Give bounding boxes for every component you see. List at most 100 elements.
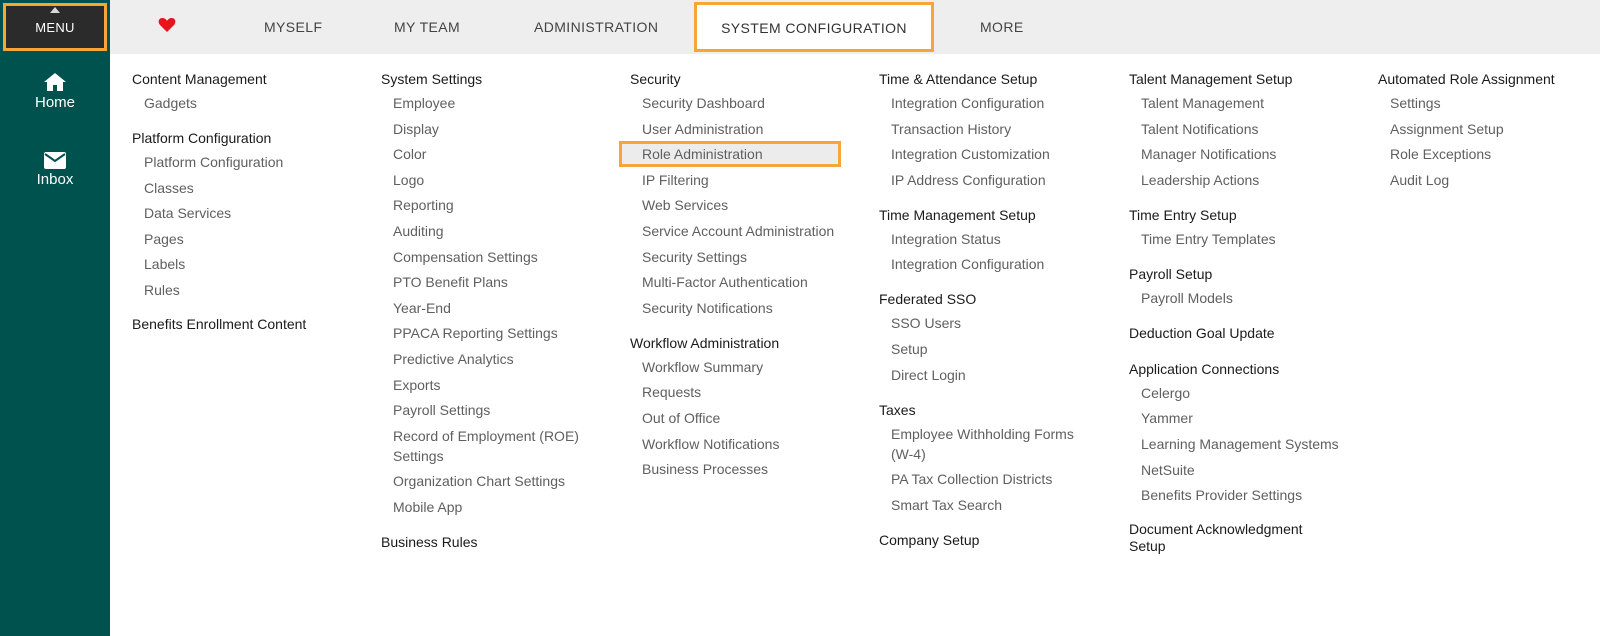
menu-item[interactable]: Display xyxy=(393,119,621,139)
menu-item[interactable]: Assignment Setup xyxy=(1390,119,1593,139)
menu-item[interactable]: Talent Management xyxy=(1141,93,1369,113)
menu-section-title[interactable]: Content Management xyxy=(132,70,372,88)
menu-item[interactable]: Multi-Factor Authentication xyxy=(642,272,870,292)
menu-item[interactable]: Exports xyxy=(393,375,621,395)
menu-section-title[interactable]: Deduction Goal Update xyxy=(1129,324,1369,342)
menu-item[interactable]: Classes xyxy=(144,178,372,198)
menu-item[interactable]: User Administration xyxy=(642,119,870,139)
menu-item[interactable]: Yammer xyxy=(1141,408,1369,428)
menu-item[interactable]: Setup xyxy=(891,339,1119,359)
menu-section-title[interactable]: Time Entry Setup xyxy=(1129,206,1369,224)
inbox-nav-item[interactable]: Inbox xyxy=(0,152,110,188)
menu-item[interactable]: Manager Notifications xyxy=(1141,144,1369,164)
home-nav-item[interactable]: Home xyxy=(0,72,110,111)
menu-item[interactable]: PTO Benefit Plans xyxy=(393,272,621,292)
home-label: Home xyxy=(34,94,75,111)
menu-item[interactable]: Color xyxy=(393,144,621,164)
menu-section-title[interactable]: Time Management Setup xyxy=(879,206,1119,224)
menu-section-title[interactable]: Document Acknowledgment Setup xyxy=(1129,521,1324,555)
menu-item[interactable]: Security Notifications xyxy=(642,298,870,318)
menu-item-list: SSO Users Setup Direct Login xyxy=(891,313,1119,384)
menu-item[interactable]: Integration Configuration xyxy=(891,254,1119,274)
menu-item[interactable]: Record of Employment (ROE) Settings xyxy=(393,426,593,466)
menu-item[interactable]: Smart Tax Search xyxy=(891,495,1119,515)
menu-section-title[interactable]: Security xyxy=(630,70,870,88)
favorites-heart-icon[interactable] xyxy=(158,17,176,36)
menu-item[interactable]: Year-End xyxy=(393,298,621,318)
menu-item[interactable]: Pages xyxy=(144,229,372,249)
menu-section-title[interactable]: Federated SSO xyxy=(879,290,1119,308)
menu-section: Payroll Setup Payroll Models xyxy=(1129,265,1369,308)
menu-section-title[interactable]: Benefits Enrollment Content xyxy=(132,316,327,333)
menu-item[interactable]: Talent Notifications xyxy=(1141,119,1369,139)
menu-label: MENU xyxy=(35,19,75,35)
menu-item[interactable]: Employee xyxy=(393,93,621,113)
menu-item[interactable]: PA Tax Collection Districts xyxy=(891,469,1119,489)
menu-section-title[interactable]: Workflow Administration xyxy=(630,334,870,352)
menu-item[interactable]: Workflow Notifications xyxy=(642,434,870,454)
menu-item[interactable]: Employee Withholding Forms (W-4) xyxy=(891,424,1091,464)
menu-item[interactable]: Rules xyxy=(144,280,372,300)
nav-more[interactable]: MORE xyxy=(980,0,1024,54)
menu-item[interactable]: Payroll Settings xyxy=(393,400,621,420)
menu-item[interactable]: Benefits Provider Settings xyxy=(1141,485,1369,505)
menu-section-title[interactable]: Time & Attendance Setup xyxy=(879,70,1119,88)
menu-item[interactable]: NetSuite xyxy=(1141,460,1369,480)
menu-item[interactable]: Transaction History xyxy=(891,119,1119,139)
envelope-icon xyxy=(44,152,66,169)
menu-item[interactable]: Requests xyxy=(642,382,870,402)
nav-my-team[interactable]: MY TEAM xyxy=(394,0,460,54)
menu-item[interactable]: Compensation Settings xyxy=(393,247,621,267)
menu-section-title[interactable]: Business Rules xyxy=(381,533,621,551)
menu-item[interactable]: Learning Management Systems xyxy=(1141,434,1369,454)
menu-item[interactable]: Mobile App xyxy=(393,497,621,517)
menu-item[interactable]: Role Exceptions xyxy=(1390,144,1593,164)
menu-item[interactable]: Labels xyxy=(144,254,372,274)
menu-item[interactable]: Security Dashboard xyxy=(642,93,870,113)
menu-item[interactable]: Integration Configuration xyxy=(891,93,1119,113)
menu-section-title[interactable]: Payroll Setup xyxy=(1129,265,1369,283)
menu-item[interactable]: Payroll Models xyxy=(1141,288,1369,308)
menu-section-title[interactable]: System Settings xyxy=(381,70,621,88)
menu-section-title[interactable]: Talent Management Setup xyxy=(1129,70,1369,88)
menu-item[interactable]: Audit Log xyxy=(1390,170,1593,190)
menu-item[interactable]: Business Processes xyxy=(642,459,870,479)
menu-section-title[interactable]: Company Setup xyxy=(879,531,1119,549)
menu-section-title[interactable]: Automated Role Assignment xyxy=(1378,70,1593,88)
nav-system-configuration[interactable]: SYSTEM CONFIGURATION xyxy=(694,2,934,52)
menu-item[interactable]: SSO Users xyxy=(891,313,1119,333)
nav-myself[interactable]: MYSELF xyxy=(264,0,322,54)
menu-item[interactable]: Service Account Administration xyxy=(642,221,842,241)
menu-item[interactable]: Auditing xyxy=(393,221,621,241)
menu-item[interactable]: Security Settings xyxy=(642,247,870,267)
menu-section-title[interactable]: Taxes xyxy=(879,401,1119,419)
home-icon xyxy=(44,73,66,91)
menu-item[interactable]: Integration Customization xyxy=(891,144,1119,164)
menu-item[interactable]: Reporting xyxy=(393,195,621,215)
menu-item[interactable]: PPACA Reporting Settings xyxy=(393,323,621,343)
menu-item[interactable]: Logo xyxy=(393,170,621,190)
menu-item[interactable]: Data Services xyxy=(144,203,372,223)
menu-item[interactable]: Celergo xyxy=(1141,383,1369,403)
menu-item[interactable]: Gadgets xyxy=(144,93,372,113)
menu-section-title[interactable]: Application Connections xyxy=(1129,360,1369,378)
menu-item[interactable]: Workflow Summary xyxy=(642,357,870,377)
menu-item[interactable]: Settings xyxy=(1390,93,1593,113)
menu-section-title[interactable]: Platform Configuration xyxy=(132,129,372,147)
menu-item[interactable]: IP Address Configuration xyxy=(891,170,1119,190)
menu-item[interactable]: Web Services xyxy=(642,195,870,215)
menu-item[interactable]: Time Entry Templates xyxy=(1141,229,1369,249)
nav-administration[interactable]: ADMINISTRATION xyxy=(534,0,658,54)
menu-item[interactable]: IP Filtering xyxy=(642,170,870,190)
menu-item-list: Workflow Summary Requests Out of Office Wor… xyxy=(642,357,870,479)
menu-button[interactable]: MENU xyxy=(3,3,107,51)
menu-item[interactable]: Leadership Actions xyxy=(1141,170,1369,190)
menu-item[interactable]: Direct Login xyxy=(891,365,1119,385)
menu-item[interactable]: Integration Status xyxy=(891,229,1119,249)
menu-item[interactable]: Predictive Analytics xyxy=(393,349,621,369)
menu-item[interactable]: Platform Configuration xyxy=(144,152,372,172)
menu-section: Federated SSO SSO Users Setup Direct Login xyxy=(879,290,1119,384)
menu-item[interactable]: Role Administration xyxy=(619,141,841,168)
menu-item[interactable]: Organization Chart Settings xyxy=(393,471,621,491)
menu-item[interactable]: Out of Office xyxy=(642,408,870,428)
